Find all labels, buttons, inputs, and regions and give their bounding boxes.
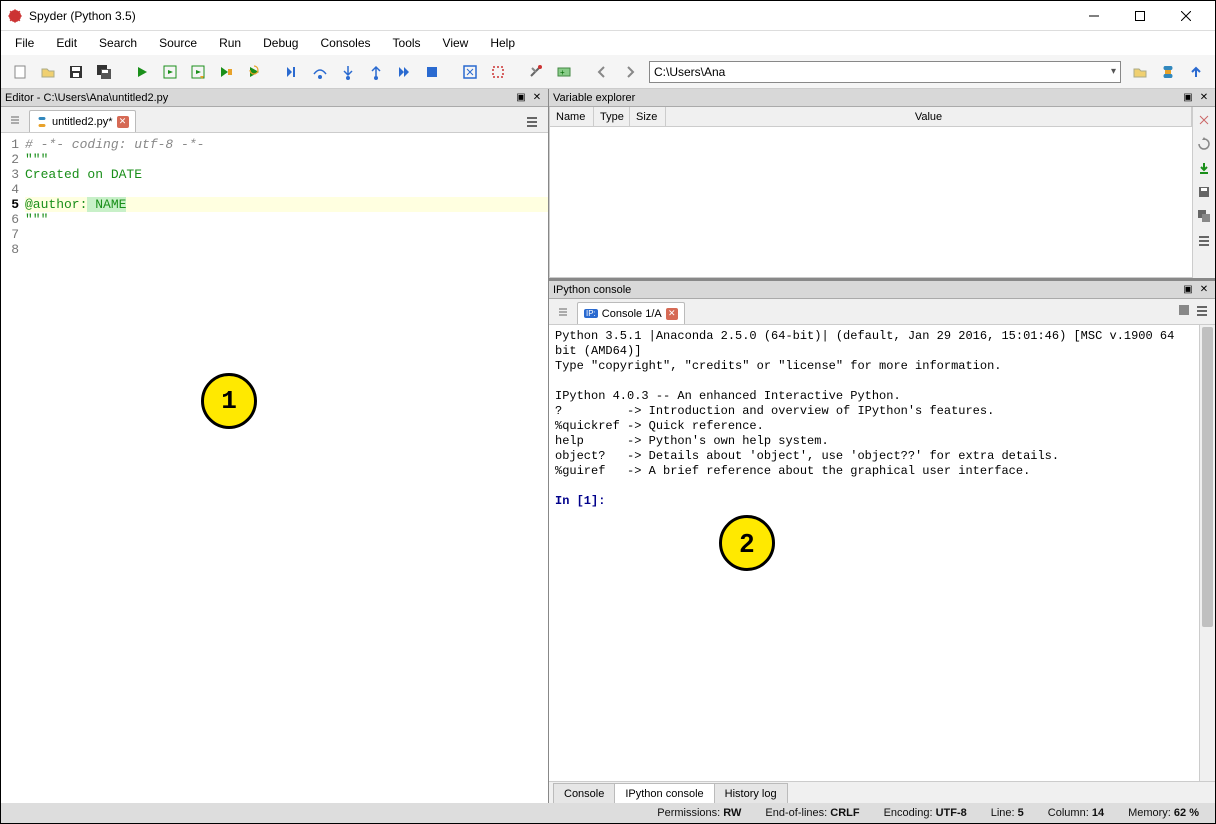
preferences-button[interactable]: [523, 59, 549, 85]
window-title: Spyder (Python 3.5): [29, 9, 1071, 23]
close-pane-icon[interactable]: ✕: [1197, 283, 1211, 297]
col-name[interactable]: Name: [550, 107, 594, 126]
editor-options-icon[interactable]: [522, 111, 542, 131]
parent-dir-button[interactable]: [1183, 59, 1209, 85]
console-switcher-icon[interactable]: [553, 302, 573, 322]
callout-2: 2: [719, 515, 775, 571]
stop-kernel-icon[interactable]: [1177, 303, 1191, 317]
tab-history-log[interactable]: History log: [714, 783, 788, 803]
run-button[interactable]: [129, 59, 155, 85]
save-as-icon[interactable]: [1195, 207, 1213, 225]
ipython-prompt[interactable]: In [1]:: [555, 494, 613, 508]
refresh-icon[interactable]: [1195, 135, 1213, 153]
menu-view[interactable]: View: [433, 33, 479, 53]
step-out-button[interactable]: [363, 59, 389, 85]
title-bar: Spyder (Python 3.5): [1, 1, 1215, 31]
variable-explorer: Name Type Size Value: [549, 107, 1215, 278]
set-console-dir-button[interactable]: [1155, 59, 1181, 85]
menu-consoles[interactable]: Consoles: [310, 33, 380, 53]
menu-source[interactable]: Source: [149, 33, 207, 53]
ipython-tab-label: Console 1/A: [602, 308, 662, 320]
menu-bar: File Edit Search Source Run Debug Consol…: [1, 31, 1215, 55]
undock-icon[interactable]: ▣: [1181, 283, 1195, 297]
tab-ipython-console[interactable]: IPython console: [614, 783, 714, 803]
close-tab-icon[interactable]: ✕: [117, 116, 129, 128]
forward-button[interactable]: [617, 59, 643, 85]
debug-button[interactable]: [279, 59, 305, 85]
col-size[interactable]: Size: [630, 107, 666, 126]
new-file-button[interactable]: [7, 59, 33, 85]
step-into-button[interactable]: [335, 59, 361, 85]
code-editor[interactable]: 1 2 3 4 5 6 7 8 # -*- coding: utf-8 -*- …: [1, 133, 548, 803]
console-options-icon[interactable]: [1195, 303, 1209, 317]
maximize-pane-button[interactable]: [457, 59, 483, 85]
save-all-button[interactable]: [91, 59, 117, 85]
menu-help[interactable]: Help: [480, 33, 525, 53]
run-cell-button[interactable]: [157, 59, 183, 85]
close-pane-icon[interactable]: ✕: [530, 91, 544, 105]
close-button[interactable]: [1163, 1, 1209, 31]
varexp-pane-title: Variable explorer ▣ ✕: [549, 89, 1215, 107]
pythonpath-button[interactable]: +: [551, 59, 577, 85]
callout-1: 1: [201, 373, 257, 429]
toolbar: + ▾: [1, 55, 1215, 89]
ipython-badge-icon: IP:: [584, 309, 598, 318]
menu-tools[interactable]: Tools: [383, 33, 431, 53]
close-pane-icon[interactable]: ✕: [1197, 91, 1211, 105]
chevron-down-icon[interactable]: ▾: [1111, 66, 1116, 77]
working-dir-combo[interactable]: ▾: [649, 61, 1121, 83]
scrollbar[interactable]: [1199, 325, 1215, 781]
col-type[interactable]: Type: [594, 107, 630, 126]
options-icon[interactable]: [1195, 231, 1213, 249]
editor-tab[interactable]: untitled2.py* ✕: [29, 110, 136, 132]
run-cell-advance-button[interactable]: [185, 59, 211, 85]
menu-search[interactable]: Search: [89, 33, 147, 53]
undock-icon[interactable]: ▣: [1181, 91, 1195, 105]
load-icon[interactable]: [1195, 159, 1213, 177]
python-file-icon: [36, 116, 48, 128]
spyder-icon: [7, 8, 23, 24]
menu-edit[interactable]: Edit: [46, 33, 87, 53]
menu-run[interactable]: Run: [209, 33, 251, 53]
svg-text:+: +: [560, 68, 565, 77]
editor-tab-label: untitled2.py*: [52, 116, 113, 128]
file-switcher-icon[interactable]: [5, 110, 25, 130]
tab-console[interactable]: Console: [553, 783, 615, 803]
fullscreen-button[interactable]: [485, 59, 511, 85]
line-gutter: 1 2 3 4 5 6 7 8: [1, 133, 23, 803]
working-dir-input[interactable]: [654, 65, 1111, 79]
variable-table[interactable]: Name Type Size Value: [549, 107, 1193, 278]
ipython-tab[interactable]: IP: Console 1/A ✕: [577, 302, 685, 324]
editor-tabstrip: untitled2.py* ✕: [1, 107, 548, 133]
stop-debug-button[interactable]: [419, 59, 445, 85]
run-selection-button[interactable]: [213, 59, 239, 85]
status-bar: Permissions: RW End-of-lines: CRLF Encod…: [1, 803, 1215, 823]
step-over-button[interactable]: [307, 59, 333, 85]
save-button[interactable]: [63, 59, 89, 85]
back-button[interactable]: [589, 59, 615, 85]
import-data-icon[interactable]: [1195, 111, 1213, 129]
rerun-button[interactable]: [241, 59, 267, 85]
undock-icon[interactable]: ▣: [514, 91, 528, 105]
open-file-button[interactable]: [35, 59, 61, 85]
ipython-tabstrip: IP: Console 1/A ✕: [549, 299, 1215, 325]
ipython-console-output[interactable]: Python 3.5.1 |Anaconda 2.5.0 (64-bit)| (…: [549, 325, 1199, 781]
col-value[interactable]: Value: [666, 107, 1192, 126]
ipython-pane-title: IPython console ▣ ✕: [549, 281, 1215, 299]
save-data-icon[interactable]: [1195, 183, 1213, 201]
editor-pane-title: Editor - C:\Users\Ana\untitled2.py ▣ ✕: [1, 89, 548, 107]
maximize-button[interactable]: [1117, 1, 1163, 31]
menu-debug[interactable]: Debug: [253, 33, 308, 53]
minimize-button[interactable]: [1071, 1, 1117, 31]
console-bottom-tabs: Console IPython console History log: [549, 781, 1215, 803]
browse-dir-button[interactable]: [1127, 59, 1153, 85]
close-tab-icon[interactable]: ✕: [666, 308, 678, 320]
continue-button[interactable]: [391, 59, 417, 85]
menu-file[interactable]: File: [5, 33, 44, 53]
